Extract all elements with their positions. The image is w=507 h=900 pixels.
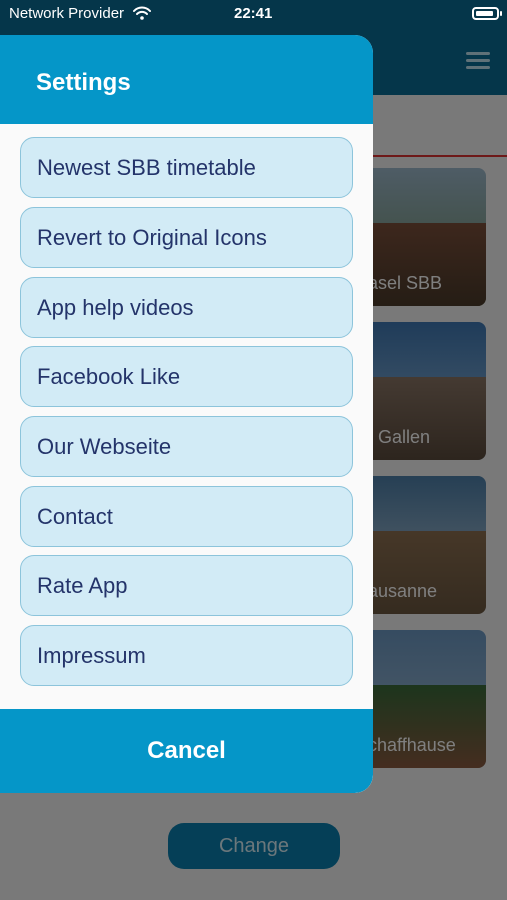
option-rate-app[interactable]: Rate App	[20, 555, 353, 616]
option-newest-sbb-timetable[interactable]: Newest SBB timetable	[20, 137, 353, 198]
settings-header: Settings	[0, 35, 373, 124]
settings-title: Settings	[36, 69, 131, 96]
option-facebook-like[interactable]: Facebook Like	[20, 346, 353, 407]
battery-icon	[472, 7, 499, 20]
option-our-website[interactable]: Our Webseite	[20, 416, 353, 477]
clock-time: 22:41	[234, 5, 273, 22]
option-contact[interactable]: Contact	[20, 486, 353, 547]
cancel-button[interactable]: Cancel	[0, 709, 373, 793]
battery-tip	[500, 11, 502, 16]
option-impressum[interactable]: Impressum	[20, 625, 353, 686]
status-bar: Network Provider 22:41	[0, 0, 507, 28]
wifi-icon	[133, 6, 151, 20]
settings-sheet: Settings Newest SBB timetable Revert to …	[0, 35, 373, 793]
option-revert-icons[interactable]: Revert to Original Icons	[20, 207, 353, 268]
option-help-videos[interactable]: App help videos	[20, 277, 353, 338]
carrier-name: Network Provider	[9, 5, 125, 22]
